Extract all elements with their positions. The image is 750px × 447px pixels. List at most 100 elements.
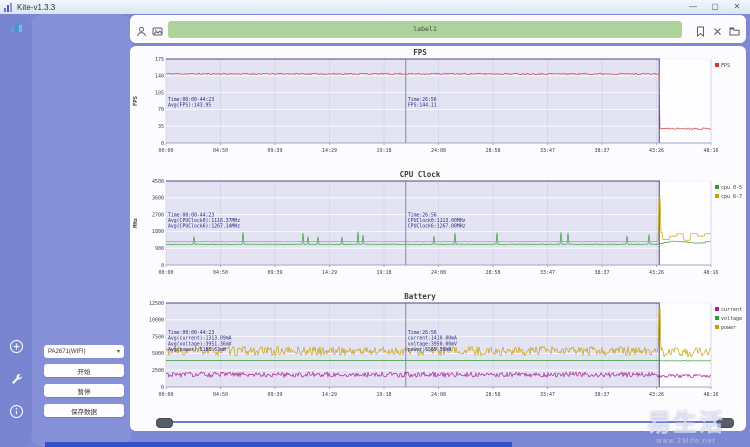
bottom-strip [45,442,512,447]
wrench-icon[interactable] [9,372,24,387]
svg-text:28:58: 28:58 [485,392,500,398]
svg-text:09:39: 09:39 [267,392,282,398]
svg-text:Time:00:00-44:23: Time:00:00-44:23 [168,97,214,103]
svg-text:cpu 6-7: cpu 6-7 [721,194,742,200]
svg-text:900: 900 [155,246,164,252]
svg-text:38:37: 38:37 [594,270,609,276]
svg-text:04:50: 04:50 [213,270,228,276]
svg-text:140: 140 [155,74,164,80]
svg-text:CPUClock6:1267.00MHz: CPUClock6:1267.00MHz [408,223,466,229]
svg-text:0: 0 [161,141,164,147]
svg-text:19:18: 19:18 [376,148,391,154]
svg-text:FPS: FPS [721,63,730,69]
svg-text:43:26: 43:26 [649,148,664,154]
chart-cpu-clock[interactable]: CPU Clock 0 900 1800 2700 3600 4500 00:00 04:50 0… [130,168,746,290]
watermark-subtext: www.29life.net [656,438,716,445]
charts-panel: FPS 0 35 70 105 140 175 00:00 04:50 09:39 14:29 19:… [130,46,746,431]
svg-text:2500: 2500 [152,368,164,374]
svg-text:38:37: 38:37 [594,148,609,154]
svg-text:14:29: 14:29 [322,270,337,276]
svg-text:FPS: FPS [413,48,427,57]
bookmark-icon[interactable] [695,24,706,37]
svg-text:00:00: 00:00 [158,270,173,276]
svg-text:Time:26:56: Time:26:56 [408,97,437,103]
svg-text:175: 175 [155,57,164,63]
svg-text:04:50: 04:50 [213,392,228,398]
svg-text:48:16: 48:16 [703,270,718,276]
app-icon [4,2,14,12]
svg-text:Avg(voltage):3951.36mV: Avg(voltage):3951.36mV [168,341,232,347]
svg-text:3600: 3600 [152,196,164,202]
svg-text:Battery: Battery [404,292,436,301]
folder-icon[interactable] [729,24,740,35]
device-select[interactable]: PA2671(WIFI) ▾ [44,345,124,358]
svg-text:33:47: 33:47 [540,270,555,276]
save-data-button[interactable]: 保存数据 [44,404,124,417]
svg-text:35: 35 [158,124,164,130]
svg-text:28:58: 28:58 [485,270,500,276]
svg-text:43:26: 43:26 [649,392,664,398]
slider-track[interactable] [166,421,720,423]
image-icon[interactable] [152,24,163,35]
svg-text:Time:26:56: Time:26:56 [408,212,437,218]
svg-text:Avg(current):1313.09mA: Avg(current):1313.09mA [168,336,232,342]
svg-text:33:47: 33:47 [540,148,555,154]
svg-text:19:18: 19:18 [376,270,391,276]
svg-text:0: 0 [161,385,164,391]
svg-text:19:18: 19:18 [376,392,391,398]
svg-text:00:00: 00:00 [158,392,173,398]
svg-text:14:29: 14:29 [322,392,337,398]
session-label-text: label1 [413,25,437,33]
svg-text:2700: 2700 [152,212,164,218]
minimize-button[interactable]: — [686,1,700,13]
svg-text:power: power [721,325,736,331]
svg-text:Avg(FPS):143.95: Avg(FPS):143.95 [168,103,211,109]
svg-text:CPU Clock: CPU Clock [400,170,441,179]
window-title: Kite-v1.3.3 [17,2,56,12]
user-icon[interactable] [136,24,147,36]
app-logo-icon [9,19,24,34]
svg-text:24:08: 24:08 [431,270,446,276]
chevron-down-icon: ▾ [116,349,120,355]
clear-icon[interactable] [712,24,723,35]
svg-text:10000: 10000 [149,318,164,324]
svg-text:MHz: MHz [133,218,139,228]
svg-text:Avg(CPUClock0):1116.37MHz: Avg(CPUClock0):1116.37MHz [168,218,240,224]
close-button[interactable]: ✕ [730,1,744,13]
svg-text:12500: 12500 [149,301,164,307]
svg-text:09:39: 09:39 [267,148,282,154]
svg-text:33:47: 33:47 [540,392,555,398]
slider-handle-right[interactable] [717,418,734,428]
svg-text:43:26: 43:26 [649,270,664,276]
svg-text:Time:00:00-44:23: Time:00:00-44:23 [168,212,214,218]
slider-handle-left[interactable] [156,418,173,428]
pause-button[interactable]: 暂停 [44,384,124,397]
maximize-button[interactable]: ▢ [708,1,722,13]
session-label-field[interactable]: label1 [168,20,682,38]
chart-battery[interactable]: Battery 0 2500 5000 7500 10000 12500 00:00 04:50… [130,290,746,412]
svg-text:FPS: FPS [133,96,139,106]
svg-text:CPUClock0:1113.00MHz: CPUClock0:1113.00MHz [408,218,466,224]
svg-text:04:50: 04:50 [213,148,228,154]
add-icon[interactable] [9,339,24,354]
svg-text:24:08: 24:08 [431,392,446,398]
app-window: PA2671(WIFI) ▾ 开始 暂停 保存数据 label1 FPS 0 3… [0,14,750,447]
top-toolbar: label1 [130,15,746,43]
svg-text:power:5569.50mW: power:5569.50mW [408,347,451,353]
svg-text:09:39: 09:39 [267,270,282,276]
start-button[interactable]: 开始 [44,364,124,377]
svg-text:voltage:3950.00mV: voltage:3950.00mV [408,341,457,347]
svg-text:7500: 7500 [152,334,164,340]
svg-text:Avg(power):5188.63mW: Avg(power):5188.63mW [168,347,226,353]
svg-text:Time:00:00-44:23: Time:00:00-44:23 [168,330,214,336]
device-select-value: PA2671(WIFI) [48,348,86,355]
svg-text:70: 70 [158,107,164,113]
svg-text:current: current [721,307,742,313]
chart-fps[interactable]: FPS 0 35 70 105 140 175 00:00 04:50 09:39 14:29 19:… [130,46,746,168]
svg-text:current:1410.00mA: current:1410.00mA [408,336,457,342]
svg-text:1800: 1800 [152,229,164,235]
svg-text:0: 0 [161,263,164,269]
svg-text:4500: 4500 [152,179,164,185]
svg-text:00:00: 00:00 [158,148,173,154]
info-icon[interactable] [9,404,24,419]
